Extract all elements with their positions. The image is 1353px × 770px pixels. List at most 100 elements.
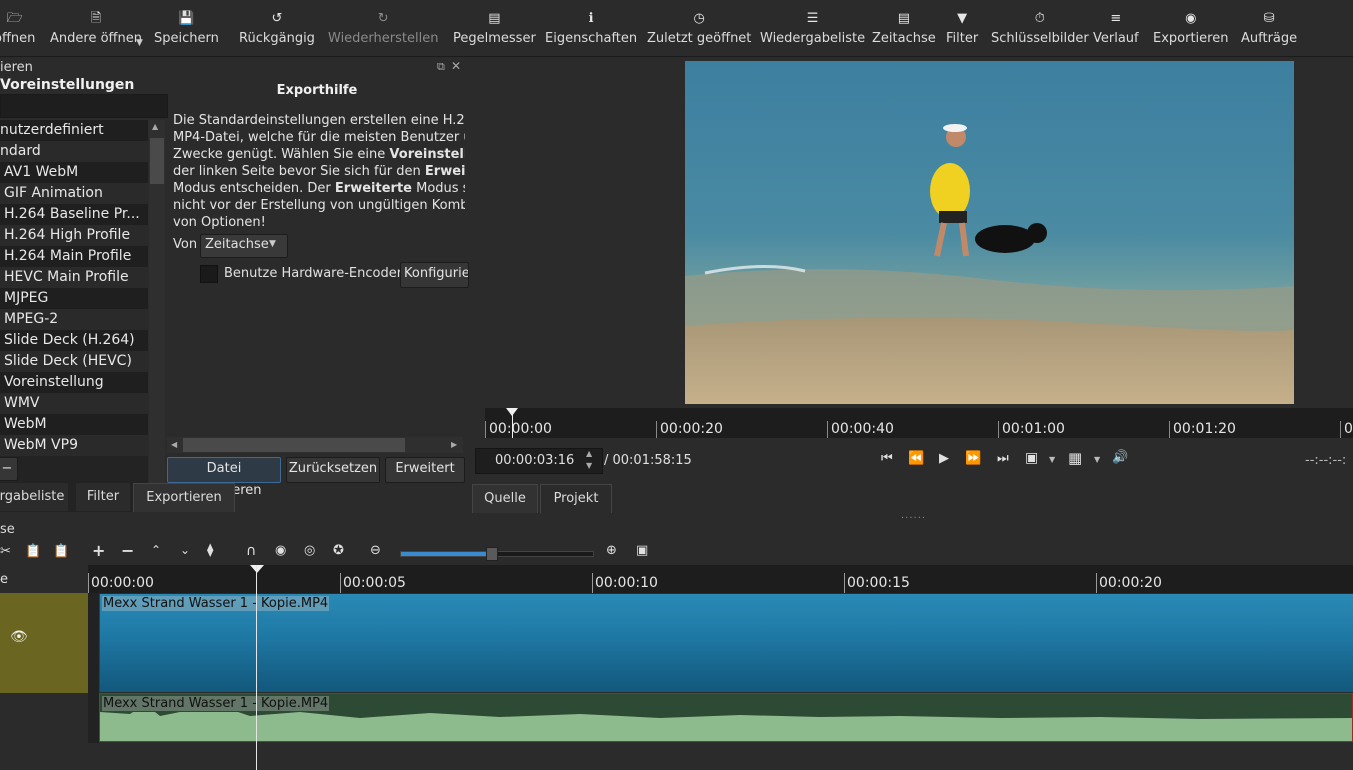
ripple-all-icon[interactable]: ✪ xyxy=(333,543,344,558)
video-preview[interactable] xyxy=(685,61,1294,404)
scrollbar-thumb[interactable] xyxy=(183,438,405,452)
cut-icon[interactable]: ✂ xyxy=(0,544,11,559)
list-item[interactable]: Voreinstellung xyxy=(0,372,148,393)
help-scrollbar[interactable]: ◀ ▶ xyxy=(167,437,463,453)
reset-button[interactable]: Zurücksetzen xyxy=(286,457,380,483)
meter-icon: ▤ xyxy=(488,11,501,26)
rewind-icon[interactable]: ⏪ xyxy=(908,451,924,466)
decrement-icon[interactable]: ▼ xyxy=(586,461,592,470)
player-ruler[interactable]: 00:00:00 00:00:20 00:00:40 00:01:00 00:0… xyxy=(485,408,1353,438)
timeline-ruler[interactable]: 00:00:00 00:00:05 00:00:10 00:00:15 00:0… xyxy=(88,565,1353,593)
volume-icon[interactable]: 🔊 xyxy=(1112,450,1128,465)
audio-track-header[interactable] xyxy=(0,693,88,743)
eye-icon[interactable]: 👁 xyxy=(10,629,28,645)
presets-scrollbar[interactable]: ▲ ▼ xyxy=(149,120,165,512)
current-time-field[interactable]: 00:00:03:16 ▲ ▼ xyxy=(475,448,603,474)
from-select-value: Zeitachse xyxy=(205,237,269,252)
snap-icon[interactable]: ∩ xyxy=(246,543,256,559)
zoom-slider-handle[interactable] xyxy=(486,547,499,561)
filter-button[interactable]: ▼ Filter xyxy=(946,10,978,54)
save-icon: 💾 xyxy=(178,11,195,26)
list-item[interactable]: H.264 High Profile xyxy=(0,225,148,246)
redo-button[interactable]: ↻ Wiederherstellen xyxy=(328,10,438,54)
increment-icon[interactable]: ▲ xyxy=(586,449,592,458)
preset-search-input[interactable] xyxy=(0,94,168,118)
float-panel-icon[interactable]: ⧉ xyxy=(437,60,445,74)
recent-button[interactable]: ◷ Zuletzt geöffnet xyxy=(647,10,751,54)
history-button[interactable]: ≡ Verlauf xyxy=(1093,10,1139,54)
hw-encoder-label: Benutze Hardware-Encoder xyxy=(224,266,403,281)
undo-button[interactable]: ↺ Rückgängig xyxy=(239,10,315,54)
list-item[interactable]: H.264 Main Profile xyxy=(0,246,148,267)
keyframes-button[interactable]: ⏱ Schlüsselbilder xyxy=(991,10,1089,54)
save-button[interactable]: 💾 Speichern xyxy=(154,10,219,54)
tab-source[interactable]: Quelle xyxy=(472,484,538,513)
ripple-icon[interactable]: ◎ xyxy=(304,543,315,558)
stopwatch-icon: ⏱ xyxy=(1034,11,1045,26)
split-icon[interactable]: ⧫ xyxy=(207,543,213,558)
audio-clip[interactable]: Mexx Strand Wasser 1 - Kopie.MP4 xyxy=(99,693,1353,742)
list-item[interactable]: Slide Deck (HEVC) xyxy=(0,351,148,372)
chevron-down-icon[interactable]: ▼ xyxy=(1049,455,1055,464)
zoom-fit-timeline-icon[interactable]: ▣ xyxy=(636,543,648,558)
scrub-icon[interactable]: ◉ xyxy=(275,543,286,558)
fast-forward-icon[interactable]: ⏩ xyxy=(965,451,981,466)
open-file-button[interactable]: 🗁 öffnen xyxy=(0,10,35,54)
paste-icon[interactable]: 📋 xyxy=(53,544,69,559)
list-item[interactable]: ndard xyxy=(0,141,148,162)
tab-filter[interactable]: Filter xyxy=(76,483,130,511)
list-item[interactable]: WebM VP9 xyxy=(0,435,148,456)
scroll-right-icon[interactable]: ▶ xyxy=(451,440,457,449)
playlist-button[interactable]: ☰ Wiedergabeliste xyxy=(760,10,865,54)
zoom-in-icon[interactable]: ⊕ xyxy=(606,543,617,558)
video-clip[interactable]: Mexx Strand Wasser 1 - Kopie.MP4 xyxy=(99,594,1353,692)
zoom-fit-icon[interactable]: ▣ xyxy=(1025,450,1038,466)
audio-meter-button[interactable]: ▤ Pegelmesser xyxy=(453,10,536,54)
timeline-playhead-marker[interactable] xyxy=(250,565,264,573)
zoom-out-icon[interactable]: ⊖ xyxy=(370,543,381,558)
open-other-button[interactable]: 🗎 Andere öffnen xyxy=(50,10,142,54)
close-icon[interactable]: ✕ xyxy=(451,59,461,73)
tab-export[interactable]: Exportieren xyxy=(133,483,235,512)
chevron-down-icon[interactable]: ▼ xyxy=(1094,455,1100,464)
list-item[interactable]: Slide Deck (H.264) xyxy=(0,330,148,351)
export-button[interactable]: ◉ Exportieren xyxy=(1153,10,1228,54)
list-item[interactable]: HEVC Main Profile xyxy=(0,267,148,288)
remove-preset-button[interactable]: − xyxy=(0,457,18,481)
timeline-button[interactable]: ▤ Zeitachse xyxy=(872,10,936,54)
play-icon[interactable]: ▶ xyxy=(939,451,949,466)
in-out-duration: --:--:--: xyxy=(1305,453,1347,468)
scrollbar-thumb[interactable] xyxy=(150,138,164,184)
list-item[interactable]: AV1 WebM xyxy=(0,162,148,183)
list-item[interactable]: MJPEG xyxy=(0,288,148,309)
list-item[interactable]: WebM xyxy=(0,414,148,435)
properties-button[interactable]: ℹ Eigenschaften xyxy=(545,10,637,54)
tab-playlist[interactable]: rgabeliste xyxy=(0,483,68,511)
zoom-slider[interactable] xyxy=(400,547,594,561)
hw-encoder-checkbox[interactable] xyxy=(200,265,218,283)
list-item[interactable]: MPEG-2 xyxy=(0,309,148,330)
jobs-button[interactable]: ⛁ Aufträge xyxy=(1241,10,1297,54)
add-icon[interactable]: + xyxy=(92,541,105,560)
skip-end-icon[interactable]: ⏭ xyxy=(997,451,1009,466)
timeline-playhead[interactable] xyxy=(256,565,257,770)
skip-start-icon[interactable]: ⏮ xyxy=(881,451,893,466)
list-item[interactable]: nutzerdefiniert xyxy=(0,120,148,141)
list-item[interactable]: H.264 Baseline Pr... xyxy=(0,204,148,225)
advanced-button[interactable]: Erweitert xyxy=(385,457,465,483)
scroll-left-icon[interactable]: ◀ xyxy=(171,440,177,449)
lift-icon[interactable]: ⌃ xyxy=(151,543,161,557)
tab-project[interactable]: Projekt xyxy=(540,484,612,513)
from-select[interactable]: Zeitachse ▼ xyxy=(200,234,288,258)
export-file-button[interactable]: Datei exportieren xyxy=(167,457,281,498)
copy-icon[interactable]: 📋 xyxy=(25,544,41,559)
overwrite-icon[interactable]: ⌄ xyxy=(180,543,190,557)
list-item[interactable]: GIF Animation xyxy=(0,183,148,204)
configure-button[interactable]: Konfigurie xyxy=(400,262,469,288)
video-track-header[interactable]: 👁 xyxy=(0,593,88,693)
grid-icon[interactable]: ▦ xyxy=(1068,449,1082,467)
scroll-up-icon[interactable]: ▲ xyxy=(152,122,158,131)
remove-icon[interactable]: − xyxy=(121,541,134,560)
splitter-handle[interactable]: ...... xyxy=(901,510,926,521)
list-item[interactable]: WMV xyxy=(0,393,148,414)
